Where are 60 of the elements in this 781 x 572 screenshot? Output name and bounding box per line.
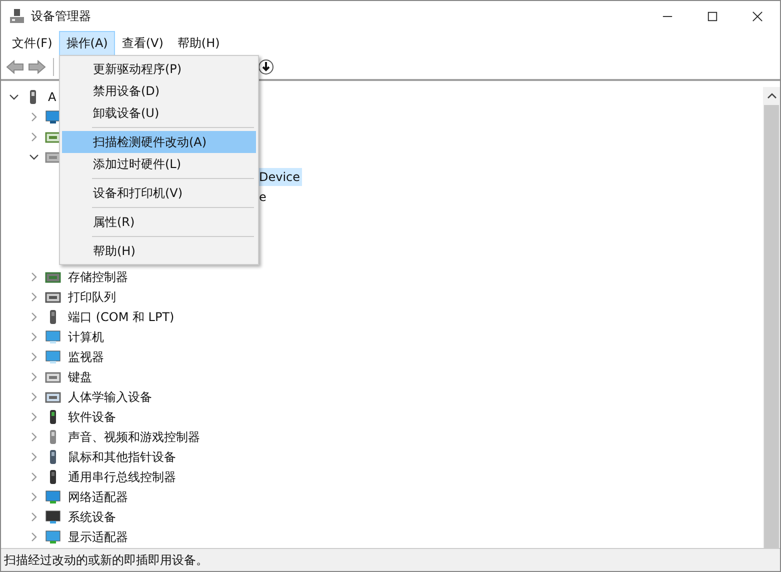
status-text: 扫描经过改动的或新的即插即用设备。 — [4, 552, 208, 568]
chevron-right-icon[interactable] — [29, 492, 39, 502]
tree-item[interactable]: 键盘 — [66, 366, 94, 388]
system-icon — [45, 509, 61, 525]
tree-item[interactable]: 人体学输入设备 — [66, 386, 154, 408]
menu-title[interactable]: 帮助(H) — [170, 30, 227, 56]
tree-item[interactable]: 声音、视频和游戏控制器 — [66, 426, 202, 448]
display-icon — [45, 529, 61, 545]
menu-item[interactable]: 属性(R) — [62, 211, 256, 233]
chevron-right-icon[interactable] — [29, 532, 39, 542]
chevron-down-icon[interactable] — [9, 92, 19, 102]
tree-item[interactable]: 打印队列 — [66, 286, 118, 308]
menu-title[interactable]: 查看(V) — [114, 30, 170, 56]
chevron-right-icon[interactable] — [29, 412, 39, 422]
download-icon[interactable] — [258, 59, 274, 75]
monitor-icon — [45, 349, 61, 365]
computer-screen-icon — [45, 329, 61, 345]
menu-title[interactable]: 文件(F) — [5, 30, 60, 56]
chevron-right-icon[interactable] — [29, 352, 39, 362]
chevron-right-icon[interactable] — [29, 512, 39, 522]
tree-item[interactable]: 显示适配器 — [66, 526, 130, 548]
menu-item[interactable]: 设备和打印机(V) — [62, 182, 256, 204]
scrollbar[interactable] — [763, 87, 780, 548]
menu-item[interactable]: 添加过时硬件(L) — [62, 153, 256, 175]
tree-item[interactable]: 系统设备 — [66, 506, 118, 528]
menu-title[interactable]: 操作(A) — [59, 30, 115, 56]
tree-item[interactable]: 通用串行总线控制器 — [66, 466, 178, 488]
chevron-right-icon[interactable] — [29, 112, 39, 122]
tree-item[interactable]: 计算机 — [66, 326, 106, 348]
tree-item[interactable]: 网络适配器 — [66, 486, 130, 508]
back-icon[interactable] — [6, 59, 24, 75]
chevron-right-icon[interactable] — [29, 472, 39, 482]
tree-item[interactable]: 端口 (COM 和 LPT) — [66, 306, 176, 328]
chevron-right-icon[interactable] — [29, 432, 39, 442]
chevron-right-icon[interactable] — [29, 452, 39, 462]
tree-item[interactable]: 监视器 — [66, 346, 106, 368]
chevron-right-icon[interactable] — [29, 372, 39, 382]
menu-item[interactable]: 更新驱动程序(P) — [62, 58, 256, 80]
chevron-right-icon[interactable] — [29, 392, 39, 402]
menu-item[interactable]: 扫描检测硬件改动(A) — [62, 131, 256, 153]
chevron-down-icon[interactable] — [29, 152, 39, 162]
tree-item[interactable]: 软件设备 — [66, 406, 118, 428]
menu-item[interactable]: 卸载设备(U) — [62, 102, 256, 124]
menu-item[interactable]: 帮助(H) — [62, 240, 256, 262]
window-title: 设备管理器 — [31, 8, 91, 24]
device-manager-icon — [9, 8, 25, 24]
menu-item[interactable]: 禁用设备(D) — [62, 80, 256, 102]
chevron-right-icon[interactable] — [29, 332, 39, 342]
chevron-right-icon[interactable] — [29, 312, 39, 322]
chevron-right-icon[interactable] — [29, 132, 39, 142]
chevron-right-icon[interactable] — [29, 292, 39, 302]
tree-item[interactable]: 存储控制器 — [66, 266, 130, 288]
tree-item[interactable]: e — [257, 188, 268, 206]
tree-item[interactable]: Device — [257, 168, 302, 186]
tree-item[interactable]: A — [46, 88, 58, 106]
tree-item[interactable]: 鼠标和其他指针设备 — [66, 446, 178, 468]
scroll-up-icon[interactable] — [766, 92, 776, 100]
network-icon — [45, 489, 61, 505]
chevron-right-icon[interactable] — [29, 272, 39, 282]
forward-icon[interactable] — [28, 59, 46, 75]
